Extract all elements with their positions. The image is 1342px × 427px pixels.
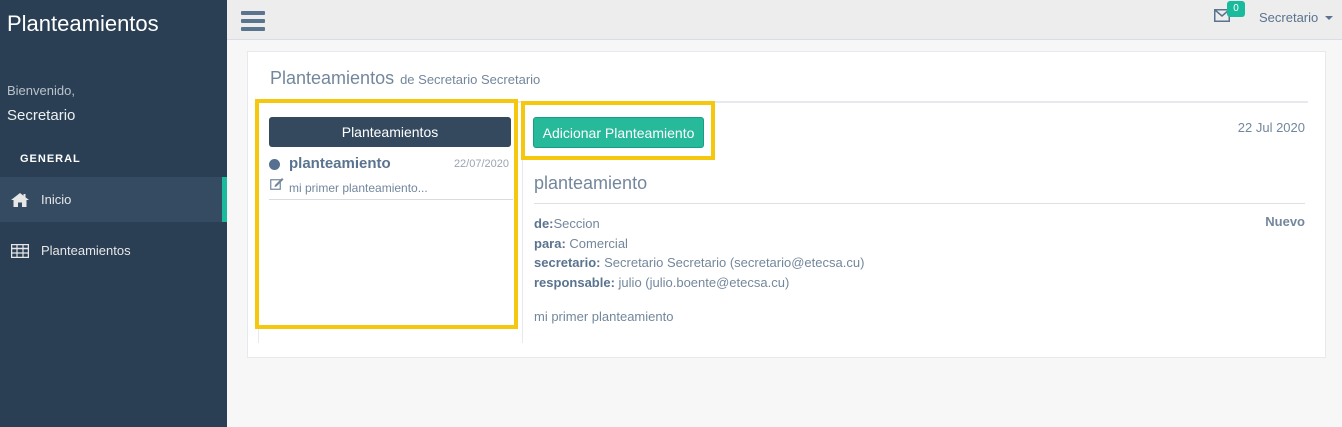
detail-para-label: para: — [534, 235, 566, 251]
highlight-box-add-button — [521, 101, 715, 160]
sidebar: Planteamientos Bienvenido, Secretario GE… — [0, 0, 227, 427]
sidebar-item-label: Planteamientos — [41, 243, 131, 258]
app-brand[interactable]: Planteamientos — [7, 11, 159, 37]
sidebar-item-inicio[interactable]: Inicio — [0, 177, 227, 222]
status-badge: Nuevo — [1265, 214, 1305, 229]
welcome-text: Bienvenido, — [7, 83, 75, 98]
detail-body: mi primer planteamiento — [534, 309, 674, 324]
caret-down-icon — [1325, 15, 1334, 20]
detail-de-row: de:Seccion — [534, 214, 864, 234]
detail-responsable-value: julio (julio.boente@etecsa.cu) — [618, 274, 790, 290]
detail-date: 22 Jul 2020 — [1237, 120, 1305, 135]
detail-title: planteamiento — [534, 173, 648, 193]
detail-secretario-value: Secretario Secretario (secretario@etecsa… — [604, 255, 865, 270]
sidebar-item-label: Inicio — [41, 192, 72, 207]
detail-meta: de:Seccion para: Comercial secretario: S… — [534, 214, 864, 292]
sidebar-username: Secretario — [7, 107, 76, 124]
detail-de-value: Seccion — [553, 216, 600, 231]
detail-secretario-label: secretario: — [534, 255, 601, 270]
user-dropdown[interactable]: Secretario — [1259, 10, 1334, 25]
detail-para-value: Comercial — [569, 235, 628, 251]
home-icon — [11, 192, 33, 207]
page-title-text: Planteamientos — [270, 68, 395, 88]
detail-para-row: para: Comercial — [534, 234, 864, 254]
detail-secretario-row: secretario: Secretario Secretario (secre… — [534, 253, 864, 273]
page-title: Planteamientos de Secretario Secretario — [270, 68, 540, 89]
detail-responsable-row: responsable: julio (julio.boente@etecsa.… — [534, 273, 864, 293]
sidebar-section-title: GENERAL — [20, 153, 81, 165]
sidebar-item-planteamientos[interactable]: Planteamientos — [0, 228, 227, 273]
notification-badge: 0 — [1227, 1, 1245, 17]
page-subtitle: de Secretario Secretario — [400, 72, 541, 87]
hamburger-icon[interactable] — [241, 11, 265, 31]
highlight-box-list — [255, 99, 518, 329]
top-navbar: 0 Secretario — [227, 0, 1342, 40]
user-dropdown-label: Secretario — [1259, 10, 1319, 25]
detail-de-label: de: — [534, 216, 554, 231]
detail-divider — [534, 203, 1305, 204]
detail-responsable-label: responsable: — [534, 274, 615, 290]
table-icon — [11, 243, 33, 258]
